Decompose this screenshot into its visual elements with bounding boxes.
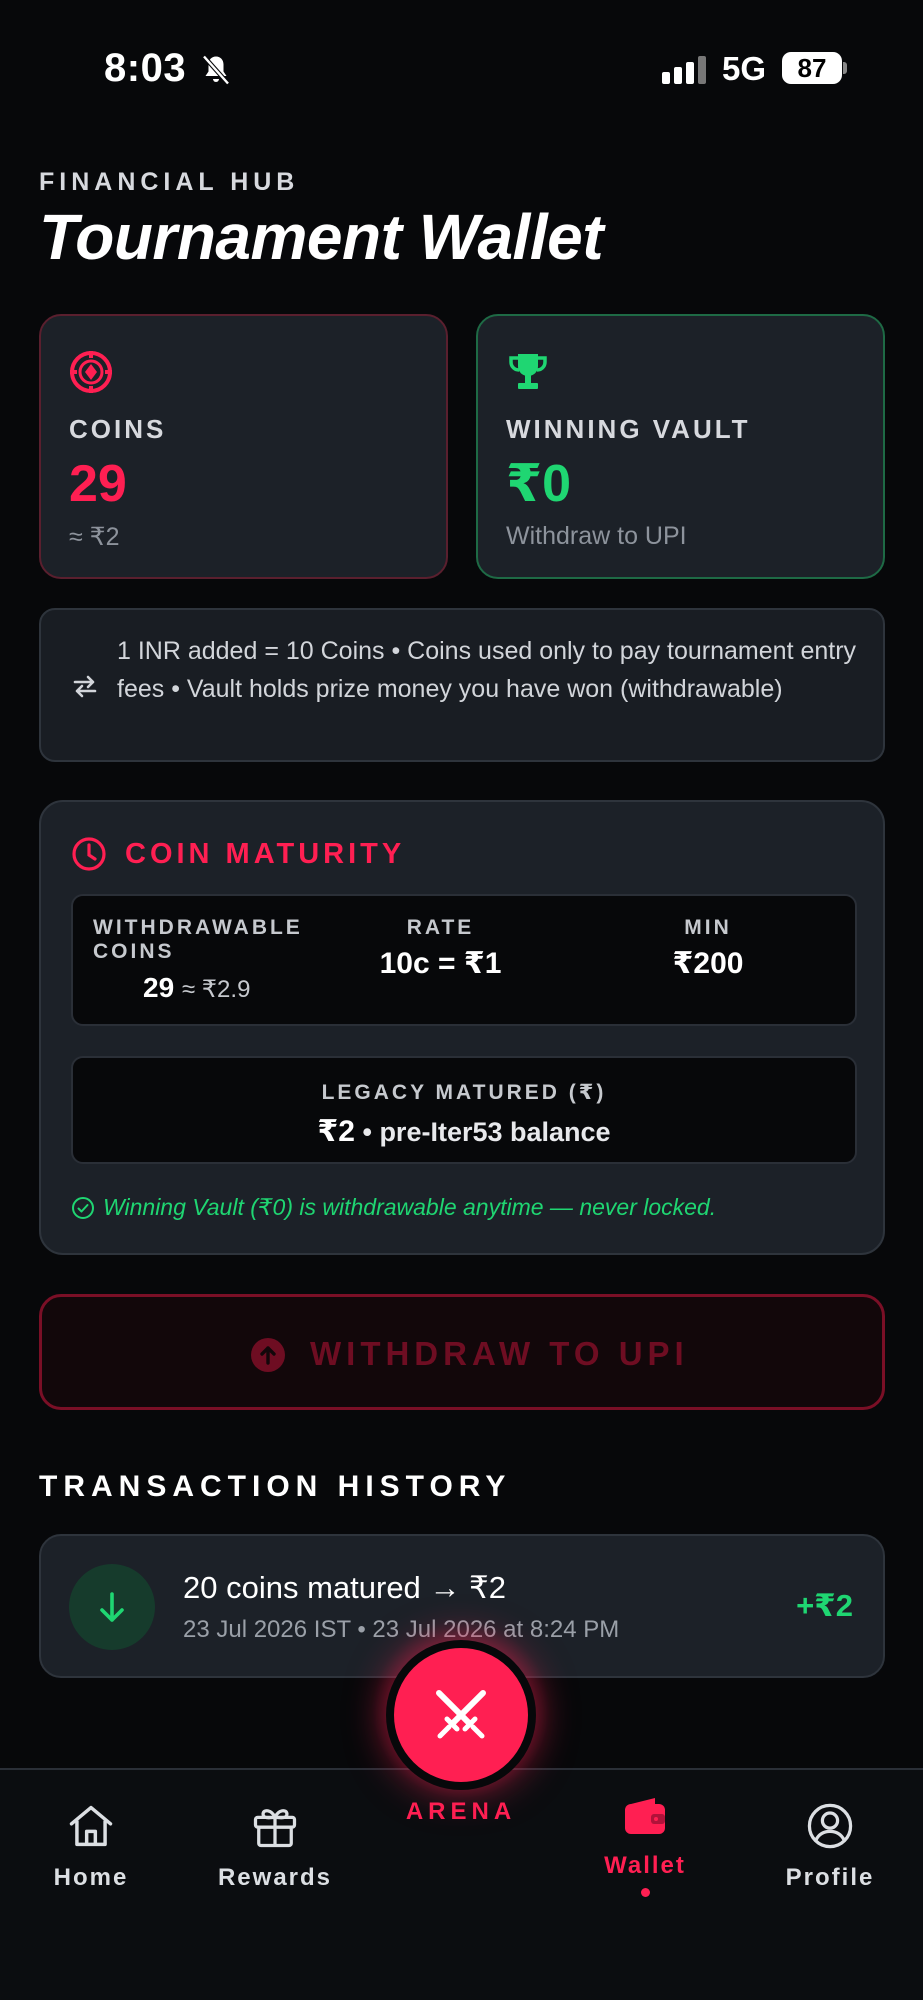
coin-maturity-card: COIN MATURITY WITHDRAWABLE COINS 29 ≈ ₹2… [39, 800, 885, 1255]
withdrawable-coins-number: 29 [143, 972, 175, 1003]
page-eyebrow: FINANCIAL HUB [39, 168, 300, 196]
transaction-amount: +₹2 [796, 1588, 853, 1623]
battery-tip [843, 62, 847, 74]
vault-value: ₹0 [506, 455, 572, 513]
nav-profile[interactable]: Profile [778, 1800, 882, 1892]
trophy-icon [509, 354, 547, 389]
check-circle-icon [72, 1197, 94, 1219]
transaction-timestamp: 23 Jul 2026 IST • 23 Jul 2026 at 8:24 PM [183, 1616, 620, 1643]
transaction-title: 20 coins matured → ₹2 [183, 1570, 506, 1605]
transaction-icon-badge [69, 1564, 155, 1650]
crossed-swords-icon [436, 1690, 486, 1739]
signal-icon [662, 56, 706, 84]
gift-icon [253, 1809, 297, 1848]
nav-home-label: Home [53, 1864, 129, 1891]
min-label: MIN [684, 916, 732, 939]
legacy-matured-panel: LEGACY MATURED (₹) ₹2 • pre-Iter53 balan… [71, 1056, 857, 1164]
coins-inr-approx: ≈ ₹2 [69, 523, 120, 551]
nav-arena-button[interactable] [386, 1640, 536, 1790]
coins-card[interactable]: COINS 29 ≈ ₹2 [39, 314, 448, 579]
page-title: Tournament Wallet [39, 201, 604, 273]
status-bar: 8:03 5G 87 [0, 0, 923, 140]
withdrawable-coins-value: 29 ≈ ₹2.9 [143, 972, 250, 1004]
withdrawable-inr-approx: ≈ ₹2.9 [181, 976, 251, 1003]
maturity-stats-panel: WITHDRAWABLE COINS 29 ≈ ₹2.9 RATE 10c = … [71, 894, 857, 1026]
withdraw-to-upi-button[interactable]: WITHDRAW TO UPI [39, 1294, 885, 1410]
legacy-matured-label: LEGACY MATURED (₹) [321, 1081, 607, 1104]
coins-label: COINS [69, 414, 167, 444]
coins-value: 29 [69, 455, 127, 513]
home-icon [69, 1805, 113, 1847]
nav-rewards[interactable]: Rewards [212, 1800, 338, 1892]
legacy-matured-amount: ₹2 [317, 1115, 355, 1148]
conversion-info-box: 1 INR added = 10 Coins • Coins used only… [39, 608, 885, 762]
vault-availability-note: Winning Vault (₹0) is withdrawable anyti… [103, 1194, 717, 1220]
bell-off-icon [202, 55, 230, 85]
poker-chip-icon [70, 351, 112, 393]
min-value: ₹200 [672, 947, 744, 980]
vault-withdraw-hint: Withdraw to UPI [506, 522, 687, 550]
wallet-icon [625, 1798, 665, 1834]
legacy-matured-value: ₹2 • pre-Iter53 balance [73, 1114, 855, 1149]
arrow-down-icon [100, 1592, 124, 1622]
profile-icon [807, 1803, 853, 1849]
nav-home[interactable]: Home [44, 1800, 138, 1892]
legacy-matured-note: • pre-Iter53 balance [354, 1117, 611, 1147]
nav-arena-label[interactable]: ARENA [386, 1798, 536, 1826]
transaction-history-title: TRANSACTION HISTORY [39, 1470, 512, 1503]
swap-arrows-icon [73, 675, 97, 698]
vault-label: WINNING VAULT [506, 414, 751, 444]
withdrawable-coins-label-line2: COINS [93, 940, 175, 963]
nav-profile-label: Profile [785, 1864, 875, 1891]
coin-maturity-title: COIN MATURITY [125, 838, 406, 870]
status-time: 8:03 [104, 46, 187, 90]
rate-value: 10c = ₹1 [379, 947, 502, 980]
conversion-info-text: 1 INR added = 10 Coins • Coins used only… [117, 637, 857, 703]
arrow-up-circle-icon [251, 1338, 285, 1372]
nav-active-indicator [640, 1888, 650, 1897]
nav-rewards-label: Rewards [217, 1864, 333, 1891]
winning-vault-card[interactable]: WINNING VAULT ₹0 Withdraw to UPI [476, 314, 885, 579]
withdrawable-coins-label-line1: WITHDRAWABLE [93, 916, 303, 939]
network-label: 5G [722, 50, 767, 87]
battery-indicator: 87 [782, 52, 842, 84]
rate-label: RATE [406, 916, 475, 939]
nav-wallet[interactable]: Wallet [596, 1792, 694, 1897]
withdraw-button-label: WITHDRAW TO UPI [310, 1335, 689, 1372]
clock-icon [72, 837, 106, 871]
nav-wallet-label: Wallet [604, 1852, 686, 1879]
